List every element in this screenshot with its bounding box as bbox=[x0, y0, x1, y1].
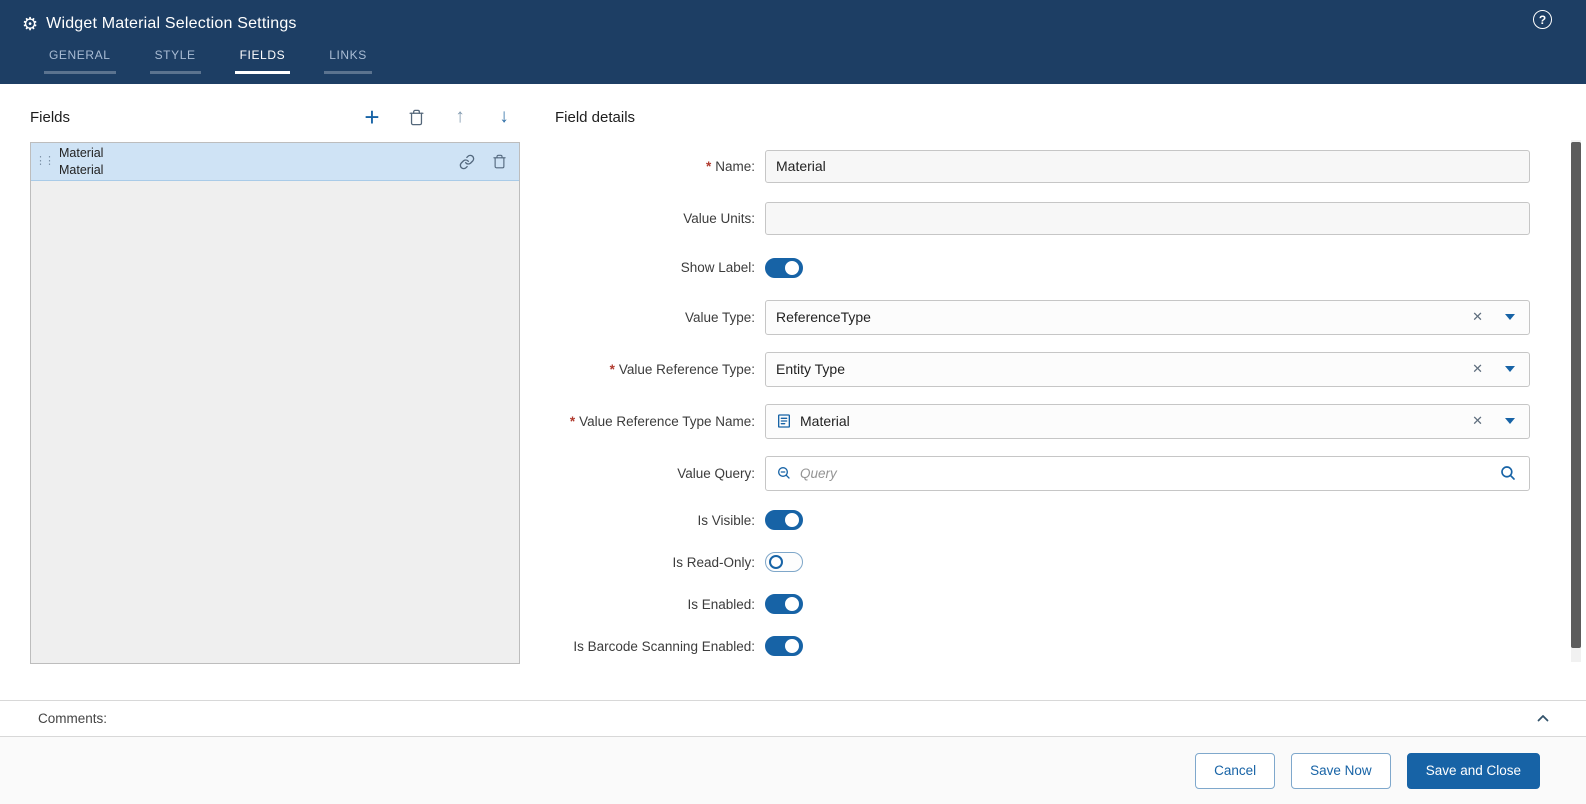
tab-bar: GENERAL STYLE FIELDS LINKS bbox=[0, 48, 1586, 74]
clear-icon[interactable]: ✕ bbox=[1468, 359, 1487, 379]
chevron-down-icon[interactable] bbox=[1505, 314, 1515, 320]
fields-panel: Fields + ↑ ↓ ⋮⋮ Material Material bbox=[30, 100, 520, 700]
tab-links[interactable]: LINKS bbox=[324, 48, 372, 74]
is-barcode-scanning-enabled-toggle[interactable] bbox=[765, 636, 803, 656]
save-and-close-button[interactable]: Save and Close bbox=[1406, 752, 1540, 789]
cancel-button[interactable]: Cancel bbox=[1195, 752, 1276, 789]
form-row-value-reference-type-name: * Value Reference Type Name: Material ✕ bbox=[555, 395, 1530, 447]
form-row-is-visible: Is Visible: bbox=[555, 499, 1530, 541]
field-label: Value Units: bbox=[683, 210, 755, 226]
field-label: Value Query: bbox=[677, 465, 755, 481]
tab-fields[interactable]: FIELDS bbox=[234, 48, 291, 74]
chevron-down-icon[interactable] bbox=[1505, 366, 1515, 372]
header: ⚙ Widget Material Selection Settings ? G… bbox=[0, 0, 1586, 84]
field-label: Is Read-Only: bbox=[672, 554, 755, 570]
delete-field-button[interactable] bbox=[406, 107, 426, 127]
form-row-value-reference-type: * Value Reference Type: Entity Type ✕ bbox=[555, 343, 1530, 395]
fields-list: ⋮⋮ Material Material bbox=[30, 142, 520, 664]
tab-general[interactable]: GENERAL bbox=[44, 48, 116, 74]
entity-type-icon bbox=[776, 413, 792, 429]
field-label: Is Visible: bbox=[697, 512, 755, 528]
field-label: * Value Reference Type Name: bbox=[569, 413, 755, 429]
field-label: * Name: bbox=[705, 158, 755, 174]
tab-style[interactable]: STYLE bbox=[149, 48, 201, 74]
move-up-button[interactable]: ↑ bbox=[450, 106, 470, 127]
search-icon[interactable] bbox=[1499, 464, 1517, 482]
form-row-value-query: Value Query: bbox=[555, 447, 1530, 499]
field-label: Show Label: bbox=[680, 260, 755, 275]
field-label: Value Type: bbox=[684, 309, 755, 325]
field-details-title: Field details bbox=[555, 108, 636, 126]
show-label-toggle[interactable] bbox=[765, 257, 803, 278]
clear-icon[interactable]: ✕ bbox=[1468, 411, 1487, 431]
list-item-label: Material Material bbox=[59, 146, 104, 177]
main-content: Fields + ↑ ↓ ⋮⋮ Material Material Field … bbox=[0, 84, 1586, 700]
value-reference-type-select[interactable]: Entity Type ✕ bbox=[765, 351, 1530, 387]
name-input[interactable] bbox=[765, 149, 1530, 183]
value-query-input[interactable] bbox=[800, 465, 1491, 481]
form-row-name: * Name: bbox=[555, 140, 1530, 192]
delete-item-icon[interactable] bbox=[492, 154, 507, 169]
help-icon[interactable]: ? bbox=[1533, 10, 1552, 29]
value-reference-type-name-select[interactable]: Material ✕ bbox=[765, 403, 1530, 439]
value-type-select[interactable]: ReferenceType ✕ bbox=[765, 299, 1530, 335]
footer: Cancel Save Now Save and Close bbox=[0, 737, 1586, 804]
is-enabled-toggle[interactable] bbox=[765, 594, 803, 614]
scrollbar-thumb[interactable] bbox=[1571, 142, 1581, 648]
is-visible-toggle[interactable] bbox=[765, 510, 803, 530]
form-row-value-type: Value Type: ReferenceType ✕ bbox=[555, 291, 1530, 343]
field-label: Is Barcode Scanning Enabled: bbox=[573, 638, 755, 654]
field-label: * Value Reference Type: bbox=[609, 361, 755, 377]
comments-bar[interactable]: Comments: bbox=[0, 700, 1586, 737]
field-label: Is Enabled: bbox=[687, 596, 755, 612]
chevron-up-icon[interactable] bbox=[1534, 710, 1552, 728]
clear-icon[interactable]: ✕ bbox=[1468, 307, 1487, 327]
drag-handle-icon[interactable]: ⋮⋮ bbox=[35, 156, 55, 167]
list-item[interactable]: ⋮⋮ Material Material bbox=[31, 143, 519, 181]
fields-panel-title: Fields bbox=[30, 108, 71, 126]
widget-settings-window: ⚙ Widget Material Selection Settings ? G… bbox=[0, 0, 1586, 804]
form-row-show-label: Show Label: bbox=[555, 244, 1530, 291]
required-marker: * bbox=[705, 158, 712, 174]
save-now-button[interactable]: Save Now bbox=[1291, 752, 1391, 789]
form-row-value-units: Value Units: bbox=[555, 192, 1530, 244]
page-title: Widget Material Selection Settings bbox=[46, 14, 297, 32]
vertical-scrollbar[interactable] bbox=[1571, 140, 1581, 662]
query-icon bbox=[776, 465, 792, 481]
value-query-field bbox=[765, 455, 1530, 491]
form-row-is-barcode-scanning-enabled: Is Barcode Scanning Enabled: bbox=[555, 625, 1530, 667]
value-units-input[interactable] bbox=[765, 201, 1530, 235]
chevron-down-icon[interactable] bbox=[1505, 418, 1515, 424]
form-row-is-enabled: Is Enabled: bbox=[555, 583, 1530, 625]
form-row-is-read-only: Is Read-Only: bbox=[555, 541, 1530, 583]
fields-toolbar: + ↑ ↓ bbox=[362, 104, 520, 130]
required-marker: * bbox=[609, 361, 615, 377]
move-down-button[interactable]: ↓ bbox=[494, 106, 514, 127]
is-read-only-toggle[interactable] bbox=[765, 552, 803, 572]
link-icon[interactable] bbox=[459, 154, 475, 170]
field-details-panel: Field details *Name: Value Units: bbox=[555, 100, 1530, 700]
gear-icon: ⚙ bbox=[22, 13, 39, 34]
add-field-button[interactable]: + bbox=[362, 104, 382, 130]
required-marker: * bbox=[569, 413, 576, 429]
comments-label: Comments: bbox=[38, 711, 108, 726]
